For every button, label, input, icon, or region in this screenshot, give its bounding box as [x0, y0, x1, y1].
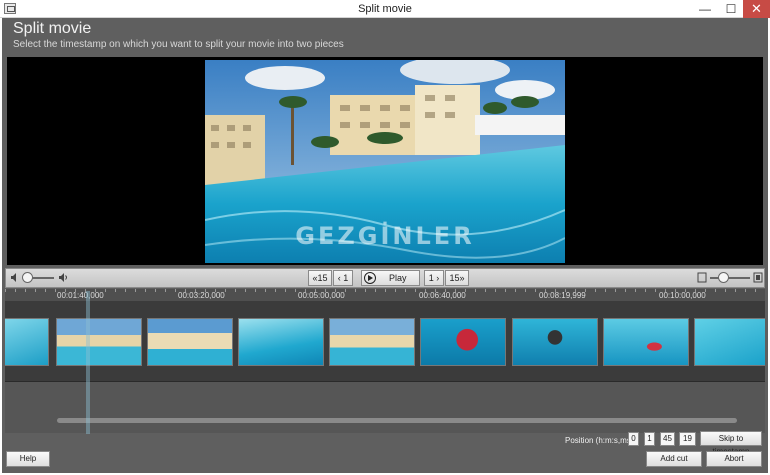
minutes-field[interactable]: 1: [644, 432, 655, 446]
zoom-in-icon[interactable]: [753, 272, 763, 283]
thumbnail: [694, 318, 765, 366]
seconds-field[interactable]: 45: [660, 432, 675, 446]
forward-15-button[interactable]: 15»: [445, 270, 469, 286]
window-title: Split movie: [358, 3, 412, 15]
window-titlebar: Split movie — ☐ ✕: [0, 0, 770, 18]
thumbnail: [603, 318, 689, 366]
double-chevron-right-icon: »: [459, 273, 465, 283]
thumbnail: [147, 318, 233, 366]
minimize-button[interactable]: —: [692, 0, 718, 18]
step-back-label: 1: [343, 273, 349, 283]
watermark: GEZGİNLER: [295, 222, 475, 250]
thumbnail: [420, 318, 506, 366]
close-button[interactable]: ✕: [743, 0, 770, 18]
thumbnail: [5, 318, 49, 366]
tick-label: 00:01:40,000: [57, 291, 104, 300]
thumbnail: [329, 318, 415, 366]
abort-button[interactable]: Abort: [706, 451, 762, 467]
tick-label: 00:08:19,999: [539, 291, 586, 300]
forward-15-label: 15: [449, 273, 460, 283]
playhead[interactable]: [86, 291, 90, 434]
thumbnail: [512, 318, 598, 366]
rewind-15-button[interactable]: «15: [308, 270, 332, 286]
cut-track[interactable]: [5, 381, 765, 433]
split-movie-dialog: Split movie Select the timestamp on whic…: [2, 18, 768, 473]
tick-label: 00:10:00,000: [659, 291, 706, 300]
milliseconds-field[interactable]: 19: [679, 432, 696, 446]
hours-field[interactable]: 0: [628, 432, 639, 446]
position-label: Position (h:m:s,ms):: [565, 436, 636, 445]
video-frame: GEZGİNLER: [205, 60, 565, 263]
play-label: Play: [389, 273, 407, 283]
page-title: Split movie: [13, 20, 92, 37]
timeline-ruler[interactable]: 00:01:40,000 00:03:20,000 00:05:00,000 0…: [5, 289, 765, 301]
video-preview: GEZGİNLER: [7, 57, 763, 265]
tick-label: 00:03:20,000: [178, 291, 225, 300]
rewind-15-label: 15: [317, 273, 328, 283]
step-back-button[interactable]: ‹ 1: [333, 270, 353, 286]
zoom-slider-knob[interactable]: [718, 272, 729, 283]
maximize-button[interactable]: ☐: [718, 0, 744, 18]
thumbnail-track[interactable]: [5, 301, 765, 381]
zoom-slider-track[interactable]: [710, 277, 750, 279]
thumbnail: [56, 318, 142, 366]
step-forward-button[interactable]: 1 ›: [424, 270, 444, 286]
zoom-out-icon[interactable]: [697, 272, 707, 283]
tick-label: 00:05:00,000: [298, 291, 345, 300]
volume-slider-knob[interactable]: [22, 272, 33, 283]
page-subtitle: Select the timestamp on which you want t…: [13, 39, 344, 50]
play-button[interactable]: Play: [361, 270, 420, 286]
help-button[interactable]: Help: [6, 451, 50, 467]
timeline-scrollbar[interactable]: [57, 418, 737, 423]
playback-controls: «15 ‹ 1 Play 1 › 15»: [5, 268, 765, 288]
volume-low-icon: [11, 273, 16, 282]
add-cut-button[interactable]: Add cut: [646, 451, 702, 467]
ruler-ticks: [5, 289, 765, 292]
thumbnail: [238, 318, 324, 366]
skip-to-timestamp-button[interactable]: Skip to timestamp: [700, 431, 762, 456]
tick-label: 00:06:40,000: [419, 291, 466, 300]
chevron-right-icon: ›: [433, 273, 440, 283]
volume-high-icon: [59, 273, 67, 282]
play-icon: [364, 272, 376, 284]
